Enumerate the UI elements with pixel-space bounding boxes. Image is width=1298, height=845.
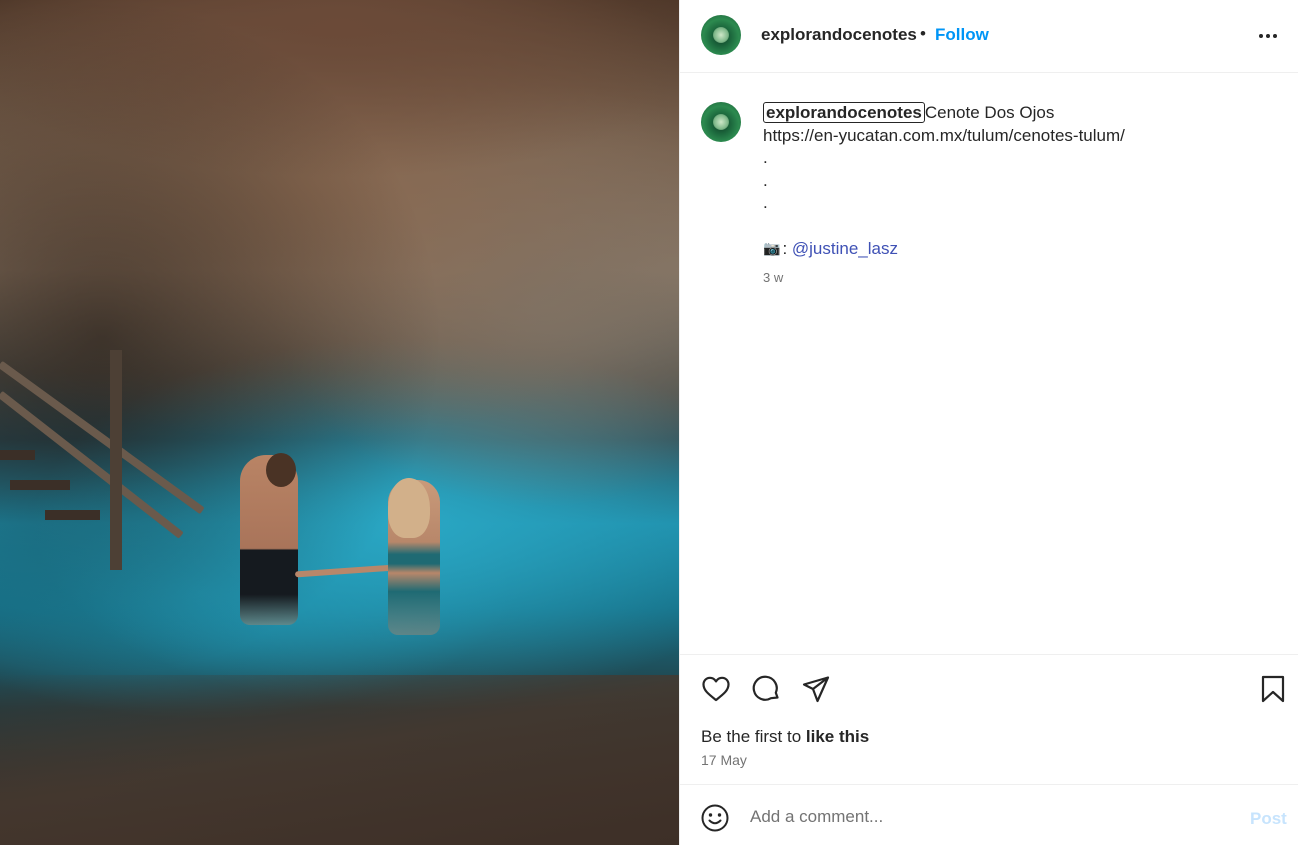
mention-link[interactable]: @justine_lasz [792,239,898,258]
caption-dot: . [763,148,768,167]
post-date[interactable]: 17 May [701,752,747,768]
comment-input[interactable] [750,800,1230,834]
photo-credit: 📷: @justine_lasz [763,237,1283,261]
post-actions: Be the first to like this 17 May [680,654,1298,784]
header-username[interactable]: explorandocenotes [761,25,917,45]
avatar[interactable] [701,15,741,55]
comment-icon[interactable] [750,673,782,705]
more-options-icon[interactable] [1256,24,1280,48]
caption-section: explorandocenotes Cenote Dos Ojos https:/… [680,74,1298,654]
caption-timestamp[interactable]: 3 w [763,270,783,285]
likes-summary: Be the first to like this [701,727,869,747]
share-icon[interactable] [800,673,832,705]
caption-title: Cenote Dos Ojos [924,103,1055,122]
emoji-icon[interactable] [700,803,730,833]
caption-username[interactable]: explorandocenotes [763,102,925,123]
like-this-link[interactable]: like this [806,727,869,746]
comment-bar: Post [680,784,1298,845]
caption-dot: . [763,170,768,190]
woman-hair [388,478,430,538]
likes-prefix: Be the first to [701,727,806,746]
caption-avatar[interactable] [701,102,741,142]
man-head [266,453,296,487]
separator-dot: • [920,24,926,43]
post-comment-button[interactable]: Post [1250,809,1287,829]
mention-prefix: : [782,238,792,258]
caption-first-line: explorandocenotes Cenote Dos Ojos [763,102,1283,125]
caption-text: explorandocenotes Cenote Dos Ojos https:/… [763,102,1283,260]
follow-button[interactable]: Follow [935,25,989,45]
camera-icon: 📷 [763,239,781,256]
caption-dot: . [763,193,768,212]
post-details-panel: explorandocenotes • Follow explorandocen… [679,0,1298,845]
post-image[interactable] [0,0,679,845]
caption-link: https://en-yucatan.com.mx/tulum/cenotes-… [763,125,1125,145]
rock-foreground [0,675,679,845]
post-header: explorandocenotes • Follow [680,0,1298,73]
heart-icon[interactable] [700,673,732,705]
bookmark-icon[interactable] [1257,673,1289,705]
wooden-stairs [0,350,220,580]
